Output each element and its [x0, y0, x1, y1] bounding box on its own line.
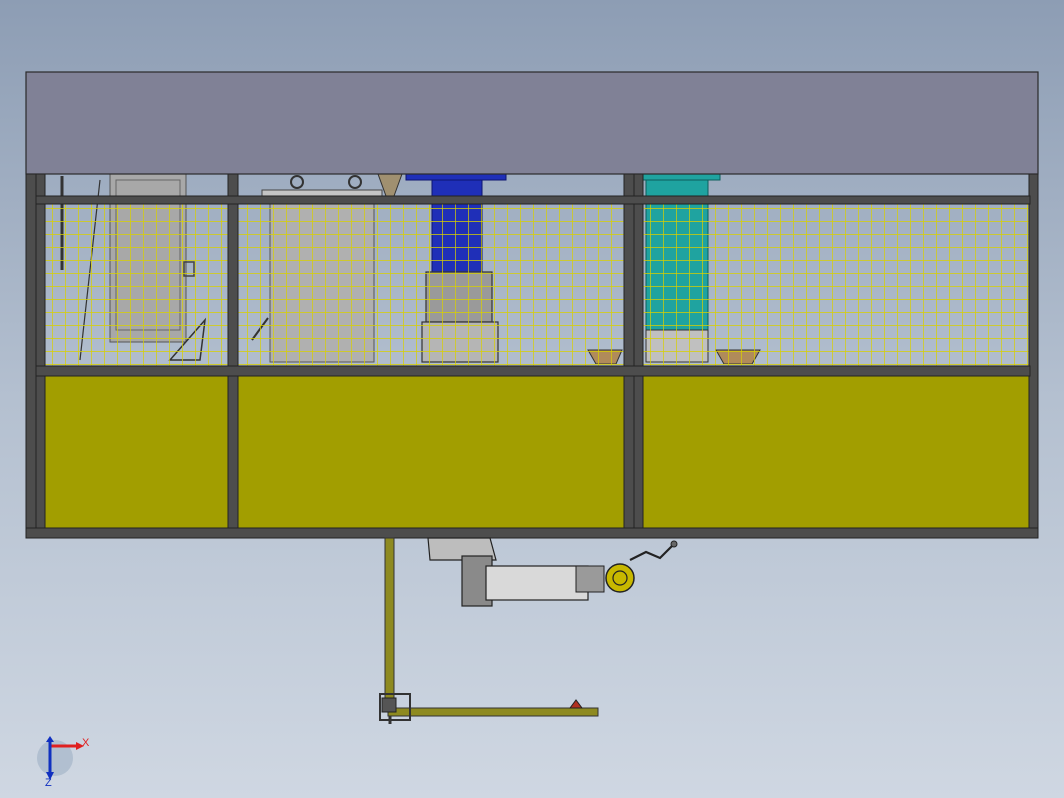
- mesh-guard: [45, 204, 1029, 366]
- roof-panel: [25, 71, 1039, 175]
- support-post: [384, 537, 395, 713]
- x-axis-label: X: [82, 737, 90, 749]
- blue-column-flange: [405, 173, 507, 181]
- lower-panels: [44, 375, 1030, 529]
- track-end-stop: [569, 699, 583, 709]
- frame-post-4: [633, 173, 644, 539]
- frame-rail-mid: [35, 365, 1031, 377]
- axis-triad: X Z: [37, 736, 90, 789]
- robot-tool-tip: [670, 540, 678, 548]
- robot-upper-arm: [485, 565, 589, 601]
- frame-post-left: [25, 173, 37, 539]
- lower-panel-middle: [237, 375, 625, 529]
- teal-column-flange: [639, 173, 721, 181]
- frame-rail-bottom: [25, 527, 1039, 539]
- frame-post-1: [35, 173, 46, 539]
- frame-post-3: [623, 173, 635, 539]
- mesh-panel-middle: [238, 204, 624, 366]
- frame-post-right: [1028, 173, 1039, 539]
- y-axis-head: [46, 736, 54, 742]
- robot-wrist-joint: [605, 563, 635, 593]
- lower-panel-right: [642, 375, 1030, 529]
- robot-arm: [427, 537, 678, 607]
- robot-forearm-motor: [575, 565, 605, 593]
- z-axis-label: Z: [45, 777, 52, 789]
- lower-panel-left: [44, 375, 229, 529]
- robot-tool: [629, 545, 673, 561]
- frame-rail-top: [35, 195, 1031, 205]
- lifting-eye-right: [348, 175, 362, 189]
- carriage-block: [381, 697, 397, 713]
- frame-post-2: [227, 173, 239, 539]
- mesh-panel-right: [643, 204, 1029, 366]
- floor-track: [387, 707, 599, 717]
- lifting-eye-left: [290, 175, 304, 189]
- mesh-panel-left: [45, 204, 228, 366]
- cad-viewport[interactable]: X Z: [0, 0, 1064, 798]
